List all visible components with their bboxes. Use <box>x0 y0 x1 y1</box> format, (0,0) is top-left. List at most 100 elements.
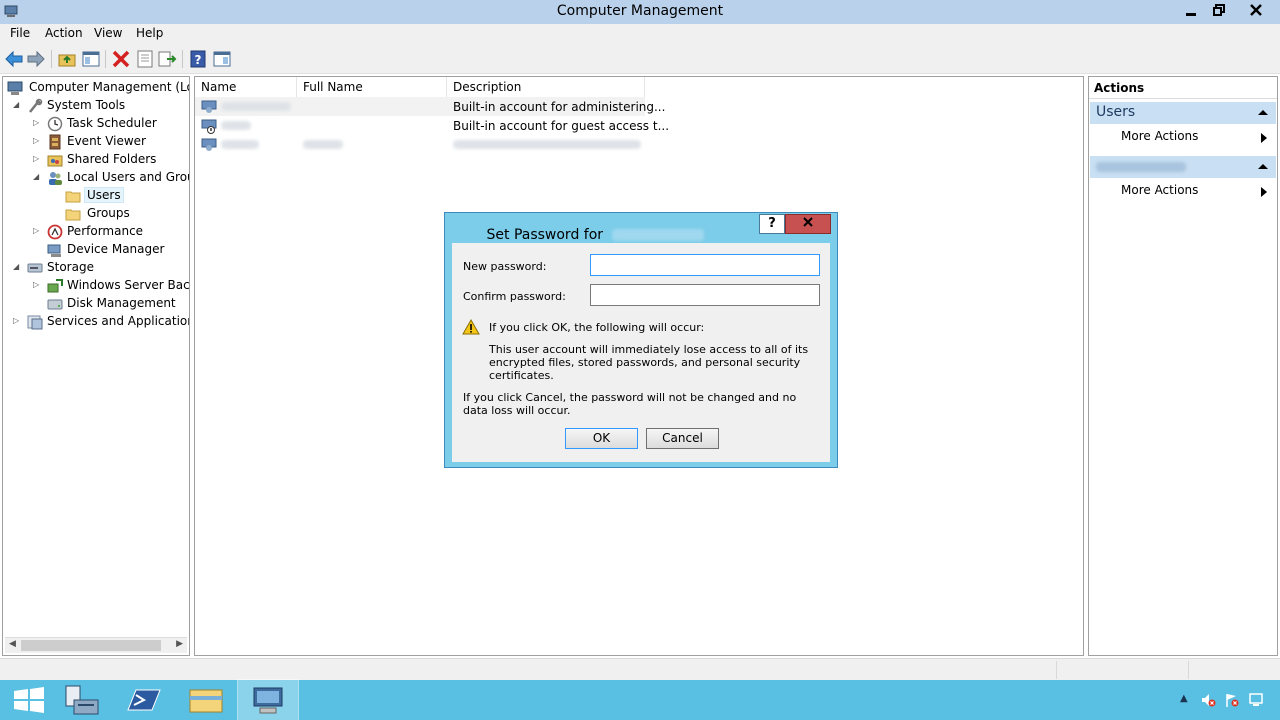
column-header-description[interactable]: Description <box>447 77 645 97</box>
redacted-full-name <box>303 140 343 149</box>
expand-arrow-icon[interactable]: ▷ <box>33 136 43 148</box>
powershell-icon <box>127 689 161 711</box>
show-hide-console-tree-button[interactable] <box>81 49 101 69</box>
expand-arrow-icon[interactable]: ▷ <box>33 280 43 292</box>
forward-button[interactable] <box>26 49 46 69</box>
tree-item-shared-folders[interactable]: ▷ Shared Folders <box>5 151 189 169</box>
status-cell <box>1056 661 1188 679</box>
show-hidden-icons-icon[interactable]: ▲ <box>1180 693 1188 704</box>
computer-management-task-button[interactable] <box>237 679 299 720</box>
tree-label: Event Viewer <box>67 134 146 148</box>
column-header-name[interactable]: Name <box>195 77 297 97</box>
storage-icon <box>27 263 43 273</box>
file-explorer-icon <box>189 689 223 713</box>
console-tree: Computer Management (Local ◢ System Tool… <box>2 76 190 656</box>
more-actions-item[interactable]: More Actions <box>1121 183 1271 201</box>
file-explorer-button[interactable] <box>176 680 236 720</box>
close-window-button[interactable] <box>1240 0 1272 20</box>
tree-item-event-viewer[interactable]: ▷ Event Viewer <box>5 133 189 151</box>
computer-management-icon <box>253 687 283 714</box>
close-icon <box>803 217 813 227</box>
new-password-input[interactable] <box>590 254 820 276</box>
disk-icon <box>47 299 63 310</box>
minimize-button[interactable] <box>1176 0 1206 20</box>
help-book-icon: ? <box>190 50 206 68</box>
close-icon <box>1250 4 1262 16</box>
actions-title: Actions <box>1089 77 1277 99</box>
confirm-password-input[interactable] <box>590 284 820 306</box>
expand-arrow-icon[interactable]: ▷ <box>33 154 43 166</box>
collapse-arrow-icon[interactable]: ◢ <box>13 100 23 112</box>
menu-file[interactable]: File <box>10 26 30 40</box>
collapse-arrow-icon[interactable]: ◢ <box>33 172 43 184</box>
tree-label: Groups <box>87 206 130 220</box>
tree-item-groups[interactable]: Groups <box>5 205 189 223</box>
server-manager-button[interactable] <box>52 680 112 720</box>
collapse-arrow-icon[interactable]: ◢ <box>13 262 23 274</box>
scroll-right-icon[interactable]: ▶ <box>176 639 183 649</box>
menu-view[interactable]: View <box>94 26 122 40</box>
actions-section-users[interactable]: Users <box>1090 102 1276 124</box>
actions-section-selected-user[interactable] <box>1090 156 1276 178</box>
properties-button[interactable] <box>135 49 155 69</box>
folder-icon <box>65 209 81 221</box>
back-button[interactable] <box>4 49 24 69</box>
tree-item-disk-management[interactable]: Disk Management <box>5 295 189 313</box>
cancel-button[interactable]: Cancel <box>646 428 719 449</box>
tree-item-services-and-applications[interactable]: ▷ Services and Applications <box>5 313 189 331</box>
expand-arrow-icon[interactable]: ▷ <box>13 316 23 328</box>
title-bar: Computer Management <box>0 0 1280 24</box>
dialog-help-button[interactable]: ? <box>759 214 785 234</box>
show-hide-action-pane-button[interactable] <box>212 49 232 69</box>
expand-arrow-icon[interactable]: ▷ <box>33 118 43 130</box>
tree-label: Local Users and Groups <box>67 170 189 184</box>
list-item[interactable] <box>195 135 645 154</box>
tree-item-system-tools[interactable]: ◢ System Tools <box>5 97 189 115</box>
up-one-level-button[interactable] <box>57 49 77 69</box>
list-item[interactable]: Built-in account for guest access t... <box>195 116 669 135</box>
minimize-icon <box>1186 13 1196 16</box>
start-button[interactable] <box>0 680 60 720</box>
window-title: Computer Management <box>556 3 724 19</box>
submenu-arrow-icon <box>1261 187 1267 197</box>
taskbar: ▲ <box>0 679 1280 720</box>
expand-arrow-icon[interactable]: ▷ <box>33 226 43 238</box>
export-list-button[interactable] <box>157 49 177 69</box>
tree-label: Computer Management (Local <box>29 80 189 94</box>
tree-item-storage[interactable]: ◢ Storage <box>5 259 189 277</box>
ok-button[interactable]: OK <box>565 428 638 449</box>
dialog-close-button[interactable] <box>785 214 831 234</box>
svg-text:?: ? <box>195 53 202 67</box>
toolbar-separator <box>105 50 106 68</box>
redacted-username <box>611 229 704 241</box>
tree-label: System Tools <box>47 98 126 112</box>
powershell-button[interactable] <box>114 680 174 720</box>
tree-item-users[interactable]: Users <box>5 187 189 205</box>
action-center-flag-icon[interactable] <box>1224 692 1240 708</box>
more-actions-item[interactable]: More Actions <box>1121 129 1271 147</box>
redacted-name <box>221 140 259 149</box>
menu-action[interactable]: Action <box>45 26 83 40</box>
menu-help[interactable]: Help <box>136 26 163 40</box>
tree-item-computer-management[interactable]: Computer Management (Local <box>5 79 189 97</box>
scrollbar-thumb[interactable] <box>21 640 161 651</box>
list-item[interactable]: Built-in account for administering... <box>195 97 665 116</box>
horizontal-scrollbar[interactable]: ◀ ▶ <box>5 637 187 653</box>
help-button[interactable]: ? <box>188 49 208 69</box>
tree-item-local-users-and-groups[interactable]: ◢ Local Users and Groups <box>5 169 189 187</box>
collapse-triangle-icon[interactable] <box>1258 161 1268 171</box>
more-actions-label: More Actions <box>1121 183 1199 197</box>
tree-item-windows-server-backup[interactable]: ▷ Windows Server Backup <box>5 277 189 295</box>
speaker-muted-icon[interactable] <box>1200 692 1216 708</box>
folder-up-icon <box>58 54 76 67</box>
collapse-triangle-icon[interactable] <box>1258 107 1268 117</box>
tree-item-task-scheduler[interactable]: ▷ Task Scheduler <box>5 115 189 133</box>
delete-button[interactable] <box>111 49 131 69</box>
tree-item-performance[interactable]: ▷ Performance <box>5 223 189 241</box>
column-header-full-name[interactable]: Full Name <box>297 77 447 97</box>
scroll-left-icon[interactable]: ◀ <box>9 639 16 649</box>
device-manager-icon <box>47 244 61 257</box>
restore-button[interactable] <box>1204 0 1234 20</box>
network-icon[interactable] <box>1248 692 1264 708</box>
tree-item-device-manager[interactable]: Device Manager <box>5 241 189 259</box>
